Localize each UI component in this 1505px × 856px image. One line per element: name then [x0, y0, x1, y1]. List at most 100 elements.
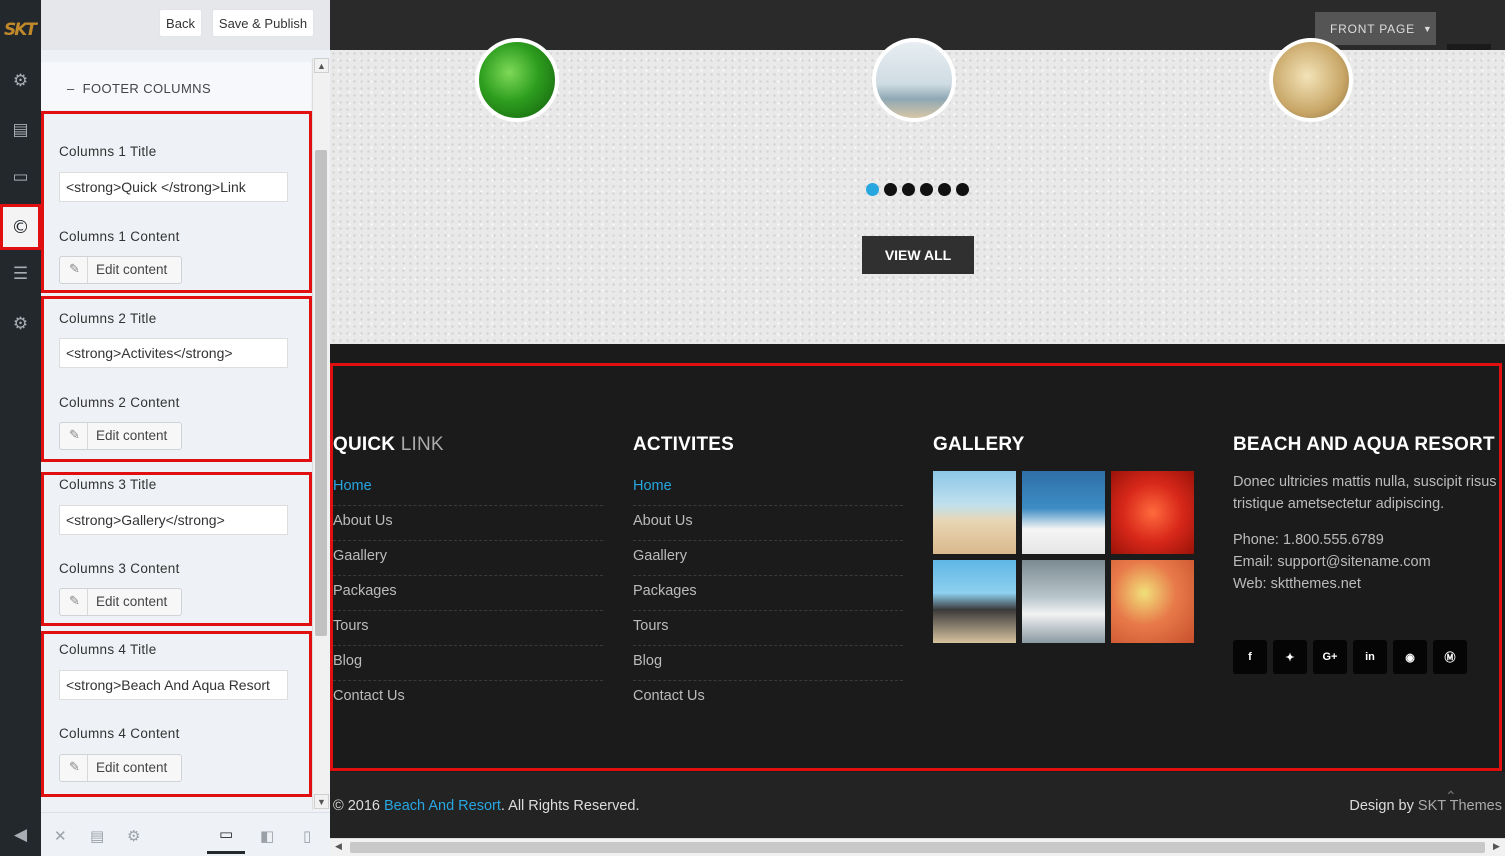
pencil-icon: ✎: [69, 593, 80, 608]
facebook-icon[interactable]: f: [1233, 640, 1267, 674]
scroll-up-arrow-icon[interactable]: ▲: [314, 58, 329, 73]
gallery-thumb[interactable]: [1111, 560, 1194, 643]
column-3-title-input[interactable]: <strong>Gallery</strong>: [59, 505, 288, 535]
gallery-thumb[interactable]: [1111, 471, 1194, 554]
design-credit: Design by SKT Themes: [1349, 798, 1502, 814]
gear-icon[interactable]: ⚙: [127, 827, 140, 845]
column-1-title-input[interactable]: <strong>Quick </strong>Link: [59, 172, 288, 202]
collapse-icon[interactable]: ◀: [0, 815, 41, 855]
gallery-thumb[interactable]: [933, 560, 1016, 643]
footer-column-title: BEACH AND AQUA RESORT: [1233, 434, 1495, 455]
save-publish-button[interactable]: Save & Publish: [212, 9, 314, 37]
footer-link[interactable]: Packages: [333, 576, 603, 611]
scrollbar-thumb[interactable]: [315, 150, 327, 636]
column-1-edit-button[interactable]: ✎ Edit content: [59, 256, 182, 284]
card-icon[interactable]: ▤: [0, 110, 41, 150]
footer-link[interactable]: Home: [633, 471, 903, 506]
column-2-group: Columns 2 Title <strong>Activites</stron…: [41, 296, 312, 462]
pencil-icon: ✎: [69, 261, 80, 276]
column-2-content-label: Columns 2 Content: [59, 395, 180, 410]
mobile-preview-icon[interactable]: ▯: [303, 827, 311, 845]
pinterest-icon[interactable]: ◉: [1393, 640, 1427, 674]
scrollbar-thumb[interactable]: [350, 842, 1485, 853]
scroll-right-arrow-icon[interactable]: ▶: [1493, 841, 1500, 852]
slider-dot[interactable]: [920, 183, 933, 196]
footer-link[interactable]: Gaallery: [333, 541, 603, 576]
desktop-preview-icon[interactable]: ▭: [207, 825, 246, 854]
footer-link[interactable]: Tours: [333, 611, 603, 646]
book-icon[interactable]: ▤: [90, 827, 104, 845]
slider-dot[interactable]: [884, 183, 897, 196]
footer-column-title: QUICK LINK: [333, 434, 444, 455]
twitter-icon[interactable]: ✦: [1273, 640, 1307, 674]
footer-link[interactable]: Home: [333, 471, 603, 506]
slider-dot[interactable]: [902, 183, 915, 196]
copyright-icon[interactable]: ©: [0, 204, 41, 250]
footer-link[interactable]: Packages: [633, 576, 903, 611]
site-link[interactable]: Beach And Resort: [384, 798, 501, 814]
scroll-down-arrow-icon[interactable]: ▼: [314, 794, 329, 809]
slider-dot[interactable]: [956, 183, 969, 196]
skype-icon[interactable]: Ⓜ: [1433, 640, 1467, 674]
testimonial-section: VIEW ALL: [330, 38, 1505, 344]
column-3-edit-button[interactable]: ✎ Edit content: [59, 588, 182, 616]
footer-link[interactable]: About Us: [333, 506, 603, 541]
panel-footer: ✕ ▤ ⚙ ▭ ◧ ▯: [41, 812, 330, 856]
footer-column-quick-link: QUICK LINK Home About Us Gaallery Packag…: [333, 434, 603, 716]
gallery-grid: [933, 471, 1198, 643]
linkedin-icon[interactable]: in: [1353, 640, 1387, 674]
footer-link[interactable]: Contact Us: [333, 681, 603, 716]
gear-icon[interactable]: ⚙: [0, 304, 41, 344]
collapse-dash-icon: –: [67, 81, 83, 96]
gallery-thumb[interactable]: [1022, 471, 1105, 554]
gear-icon[interactable]: ⚙: [0, 61, 41, 101]
tablet-preview-icon[interactable]: ◧: [260, 827, 274, 845]
footer-link[interactable]: Tours: [633, 611, 903, 646]
back-button[interactable]: Back: [159, 9, 202, 37]
monitor-icon[interactable]: ▭: [0, 157, 41, 197]
scroll-left-arrow-icon[interactable]: ◀: [335, 841, 342, 852]
panel-scrollbar[interactable]: ▲ ▼: [312, 58, 329, 810]
copyright-text: © 2016 Beach And Resort. All Rights Rese…: [333, 798, 640, 814]
footer-column-title: GALLERY: [933, 434, 1025, 455]
column-2-title-input[interactable]: <strong>Activites</strong>: [59, 338, 288, 368]
front-page-dropdown[interactable]: FRONT PAGE ▼: [1315, 12, 1436, 45]
footer-column-resort: BEACH AND AQUA RESORT Donec ultricies ma…: [1233, 434, 1505, 674]
testimonial-image-glasses: [1269, 38, 1353, 122]
column-4-edit-button[interactable]: ✎ Edit content: [59, 754, 182, 782]
gallery-thumb[interactable]: [933, 471, 1016, 554]
slider-dot[interactable]: [938, 183, 951, 196]
column-1-group: Columns 1 Title <strong>Quick </strong>L…: [41, 111, 312, 293]
slider-dots: [866, 183, 969, 196]
testimonial-image-leaf: [475, 38, 559, 122]
copyright-bar: © 2016 Beach And Resort. All Rights Rese…: [330, 772, 1505, 838]
footer-link[interactable]: About Us: [633, 506, 903, 541]
preview-horizontal-scrollbar[interactable]: ◀ ▶: [330, 838, 1505, 856]
column-4-content-label: Columns 4 Content: [59, 726, 180, 741]
column-2-title-label: Columns 2 Title: [59, 311, 157, 326]
designer-link[interactable]: SKT Themes: [1418, 798, 1502, 814]
slider-dot[interactable]: [866, 183, 879, 196]
column-4-title-input[interactable]: <strong>Beach And Aqua Resort: [59, 670, 288, 700]
site-preview: FRONT PAGE ▼ VIEW ALL QUICK LINK Home Ab…: [330, 0, 1505, 856]
column-4-group: Columns 4 Title <strong>Beach And Aqua R…: [41, 631, 312, 797]
footer-link[interactable]: Gaallery: [633, 541, 903, 576]
resort-contact: Phone: 1.800.555.6789 Email: support@sit…: [1233, 529, 1505, 595]
footer-link[interactable]: Blog: [333, 646, 603, 681]
column-2-edit-button[interactable]: ✎ Edit content: [59, 422, 182, 450]
panel-toolbar: Back Save & Publish: [41, 0, 330, 50]
gallery-thumb[interactable]: [1022, 560, 1105, 643]
view-all-button[interactable]: VIEW ALL: [862, 236, 974, 274]
column-3-title-label: Columns 3 Title: [59, 477, 157, 492]
resort-email: Email: support@sitename.com: [1233, 554, 1431, 570]
section-header[interactable]: – FOOTER COLUMNS: [41, 62, 311, 110]
pencil-icon: ✎: [69, 759, 80, 774]
social-icons: f ✦ G+ in ◉ Ⓜ: [1233, 640, 1505, 674]
footer-link[interactable]: Contact Us: [633, 681, 903, 716]
resort-web: Web: sktthemes.net: [1233, 576, 1361, 592]
google-plus-icon[interactable]: G+: [1313, 640, 1347, 674]
close-icon[interactable]: ✕: [54, 827, 67, 845]
pencil-icon: ✎: [69, 427, 80, 442]
list-icon[interactable]: ☰: [0, 254, 41, 294]
footer-link[interactable]: Blog: [633, 646, 903, 681]
